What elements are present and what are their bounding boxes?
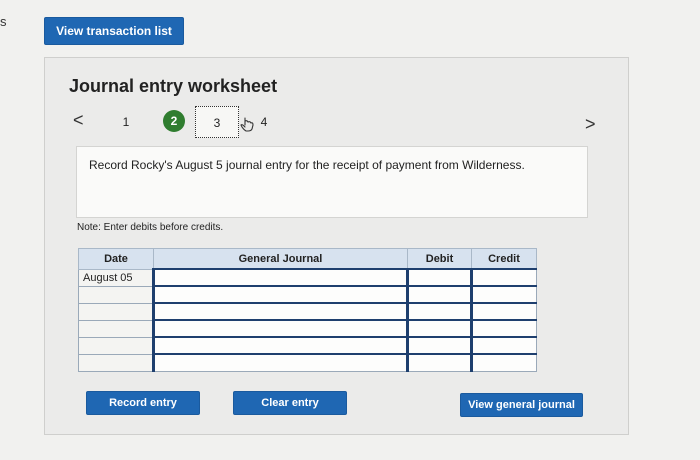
credit-input[interactable] <box>470 336 537 355</box>
debit-input[interactable] <box>406 302 472 321</box>
table-row <box>78 302 537 321</box>
journal-entry-worksheet-panel: Journal entry worksheet < 1 2 3 4 > Reco… <box>44 57 629 435</box>
prev-step-arrow-icon[interactable]: < <box>73 110 84 131</box>
table-row <box>78 353 537 372</box>
debit-input[interactable] <box>406 336 472 355</box>
date-column-header: Date <box>78 248 154 270</box>
record-entry-button[interactable]: Record entry <box>86 391 200 415</box>
general-journal-column-header: General Journal <box>153 248 408 270</box>
date-cell: August 05 <box>78 268 154 287</box>
next-step-arrow-icon[interactable]: > <box>585 114 596 135</box>
general-journal-input[interactable] <box>152 353 408 372</box>
view-general-journal-button[interactable]: View general journal <box>460 393 583 417</box>
debit-input[interactable] <box>406 268 472 287</box>
table-row <box>78 319 537 338</box>
credit-input[interactable] <box>470 268 537 287</box>
step-4-link[interactable]: 4 <box>257 115 271 129</box>
debit-input[interactable] <box>406 353 472 372</box>
credit-input[interactable] <box>470 353 537 372</box>
view-transaction-list-button[interactable]: View transaction list <box>44 17 184 45</box>
general-journal-input[interactable] <box>152 285 408 304</box>
debit-column-header: Debit <box>407 248 472 270</box>
worksheet-title: Journal entry worksheet <box>69 76 278 96</box>
credit-input[interactable] <box>470 302 537 321</box>
general-journal-input[interactable] <box>152 302 408 321</box>
step-2-active-badge[interactable]: 2 <box>163 110 185 132</box>
general-journal-input[interactable] <box>152 336 408 355</box>
general-journal-input[interactable] <box>152 268 408 287</box>
date-cell <box>78 319 154 338</box>
clear-entry-button[interactable]: Clear entry <box>233 391 347 415</box>
table-row <box>78 336 537 355</box>
date-cell <box>78 336 154 355</box>
credit-column-header: Credit <box>471 248 537 270</box>
credit-input[interactable] <box>470 285 537 304</box>
credit-input[interactable] <box>470 319 537 338</box>
note-text: Note: Enter debits before credits. <box>77 222 224 233</box>
step-1-link[interactable]: 1 <box>119 115 133 129</box>
table-row: August 05 <box>78 268 537 287</box>
debit-input[interactable] <box>406 319 472 338</box>
instruction-text: Record Rocky's August 5 journal entry fo… <box>89 158 525 172</box>
journal-entry-table: Date General Journal Debit Credit August… <box>78 248 537 372</box>
instruction-box: Record Rocky's August 5 journal entry fo… <box>76 146 588 218</box>
edge-text: s <box>0 14 7 29</box>
date-cell <box>78 285 154 304</box>
hand-pointer-icon <box>240 117 254 132</box>
table-header-row: Date General Journal Debit Credit <box>78 248 537 270</box>
table-row <box>78 285 537 304</box>
debit-input[interactable] <box>406 285 472 304</box>
general-journal-input[interactable] <box>152 319 408 338</box>
step-3-link[interactable]: 3 <box>195 106 239 138</box>
date-cell <box>78 302 154 321</box>
date-cell <box>78 353 154 372</box>
